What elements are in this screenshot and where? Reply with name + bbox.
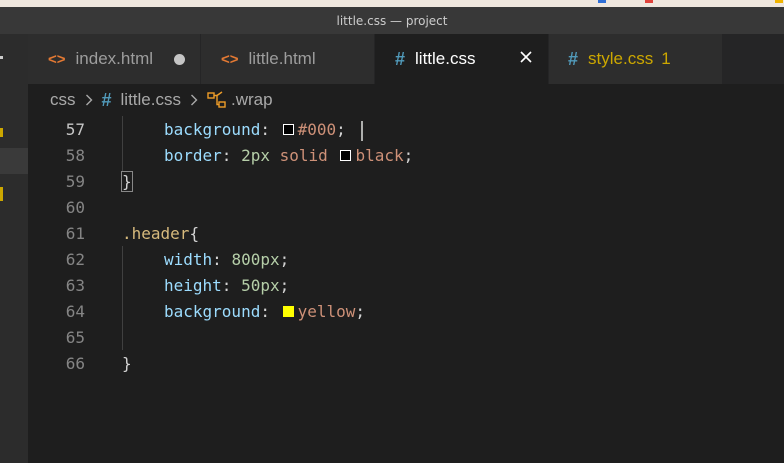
breadcrumb-symbol-label: .wrap — [230, 90, 273, 109]
status-marker-yellow — [775, 0, 783, 3]
activity-item-selected[interactable] — [0, 148, 28, 174]
line-number: 60 — [65, 198, 85, 217]
class-symbol-icon — [207, 91, 227, 109]
css-property: background — [164, 302, 261, 321]
line-number: 58 — [65, 146, 85, 165]
code-line-66: } — [122, 351, 132, 377]
breadcrumb-symbol[interactable]: .wrap — [207, 90, 273, 110]
chevron-right-icon — [85, 94, 93, 106]
code-editor[interactable]: 57 58 59 60 61 62 63 64 65 66 background… — [28, 116, 784, 463]
css-number: 2px — [241, 146, 270, 165]
text-cursor — [361, 121, 363, 141]
opening-brace: { — [189, 224, 200, 243]
breadcrumb-file-label: little.css — [120, 90, 181, 109]
tab-style-css[interactable]: # style.css 1 — [549, 34, 723, 84]
css-number: 50px — [241, 276, 280, 295]
top-strip — [0, 0, 784, 7]
badge-marker-icon-2 — [0, 187, 3, 201]
html-file-icon: <> — [48, 50, 66, 68]
tab-label: little.css — [415, 49, 476, 68]
html-file-icon: <> — [221, 50, 239, 68]
closing-brace: } — [122, 354, 132, 373]
line-number: 62 — [65, 250, 85, 269]
tab-little-css[interactable]: # little.css — [375, 34, 549, 84]
css-file-icon: # — [101, 89, 112, 110]
code-line-58: border: 2px solid black; — [164, 143, 413, 169]
css-property: width — [164, 250, 213, 269]
code-line-63: height: 50px; — [164, 273, 289, 299]
css-property: background — [164, 120, 261, 139]
breadcrumb-file[interactable]: # little.css — [102, 90, 181, 111]
tab-label: little.html — [248, 49, 316, 68]
status-marker-blue — [598, 0, 606, 3]
line-number: 57 — [65, 120, 85, 139]
css-property: height — [164, 276, 222, 295]
css-value: #000 — [297, 120, 337, 139]
activity-bar — [0, 34, 28, 463]
colon: : — [221, 276, 232, 295]
menu-dot-icon[interactable] — [0, 56, 3, 59]
code-line-59: } — [121, 169, 133, 195]
tab-index-html[interactable]: <> index.html — [28, 34, 201, 84]
colon: : — [221, 146, 232, 165]
css-number: 800px — [231, 250, 280, 269]
badge-marker-icon — [0, 128, 3, 137]
color-swatch[interactable] — [282, 306, 294, 317]
tab-label: index.html — [75, 49, 154, 68]
css-file-icon: # — [568, 48, 579, 69]
chevron-right-icon — [190, 94, 198, 106]
css-value: yellow — [297, 302, 356, 321]
semicolon: ; — [355, 302, 366, 321]
breadcrumb-folder[interactable]: css — [50, 90, 76, 110]
semicolon: ; — [336, 120, 346, 139]
colon: : — [260, 302, 270, 321]
css-file-icon: # — [395, 48, 406, 69]
css-property: border — [164, 146, 222, 165]
status-marker-red — [645, 0, 653, 3]
semicolon: ; — [279, 276, 290, 295]
tab-little-html[interactable]: <> little.html — [201, 34, 375, 84]
line-number: 61 — [65, 224, 85, 243]
code-line-61: .header{ — [122, 221, 199, 247]
line-number: 65 — [65, 328, 85, 347]
closing-brace: } — [121, 171, 133, 192]
breadcrumb: css # little.css .wrap — [28, 84, 784, 116]
css-keyword: solid — [279, 146, 328, 165]
css-value: black — [355, 146, 404, 165]
semicolon: ; — [403, 146, 414, 165]
color-swatch[interactable] — [340, 150, 352, 161]
close-icon[interactable] — [518, 49, 534, 65]
code-line-57: background: #000; — [164, 117, 346, 143]
problems-count-badge: 1 — [661, 49, 671, 68]
tab-label: style.css — [588, 49, 654, 68]
color-swatch[interactable] — [282, 124, 294, 135]
code-line-62: width: 800px; — [164, 247, 289, 273]
css-selector: .header — [122, 224, 190, 243]
indent-guide — [122, 246, 123, 350]
semicolon: ; — [279, 250, 290, 269]
line-number: 64 — [65, 302, 85, 321]
colon: : — [212, 250, 222, 269]
unsaved-dot-icon[interactable] — [174, 54, 185, 65]
indent-guide — [122, 116, 123, 172]
colon: : — [260, 120, 270, 139]
line-number: 59 — [65, 172, 85, 191]
window-title: little.css — project — [0, 7, 784, 34]
code-line-64: background: yellow; — [164, 299, 365, 325]
tab-bar: <> index.html <> little.html # little.cs… — [28, 34, 784, 84]
line-number: 66 — [65, 354, 85, 373]
line-number: 63 — [65, 276, 85, 295]
